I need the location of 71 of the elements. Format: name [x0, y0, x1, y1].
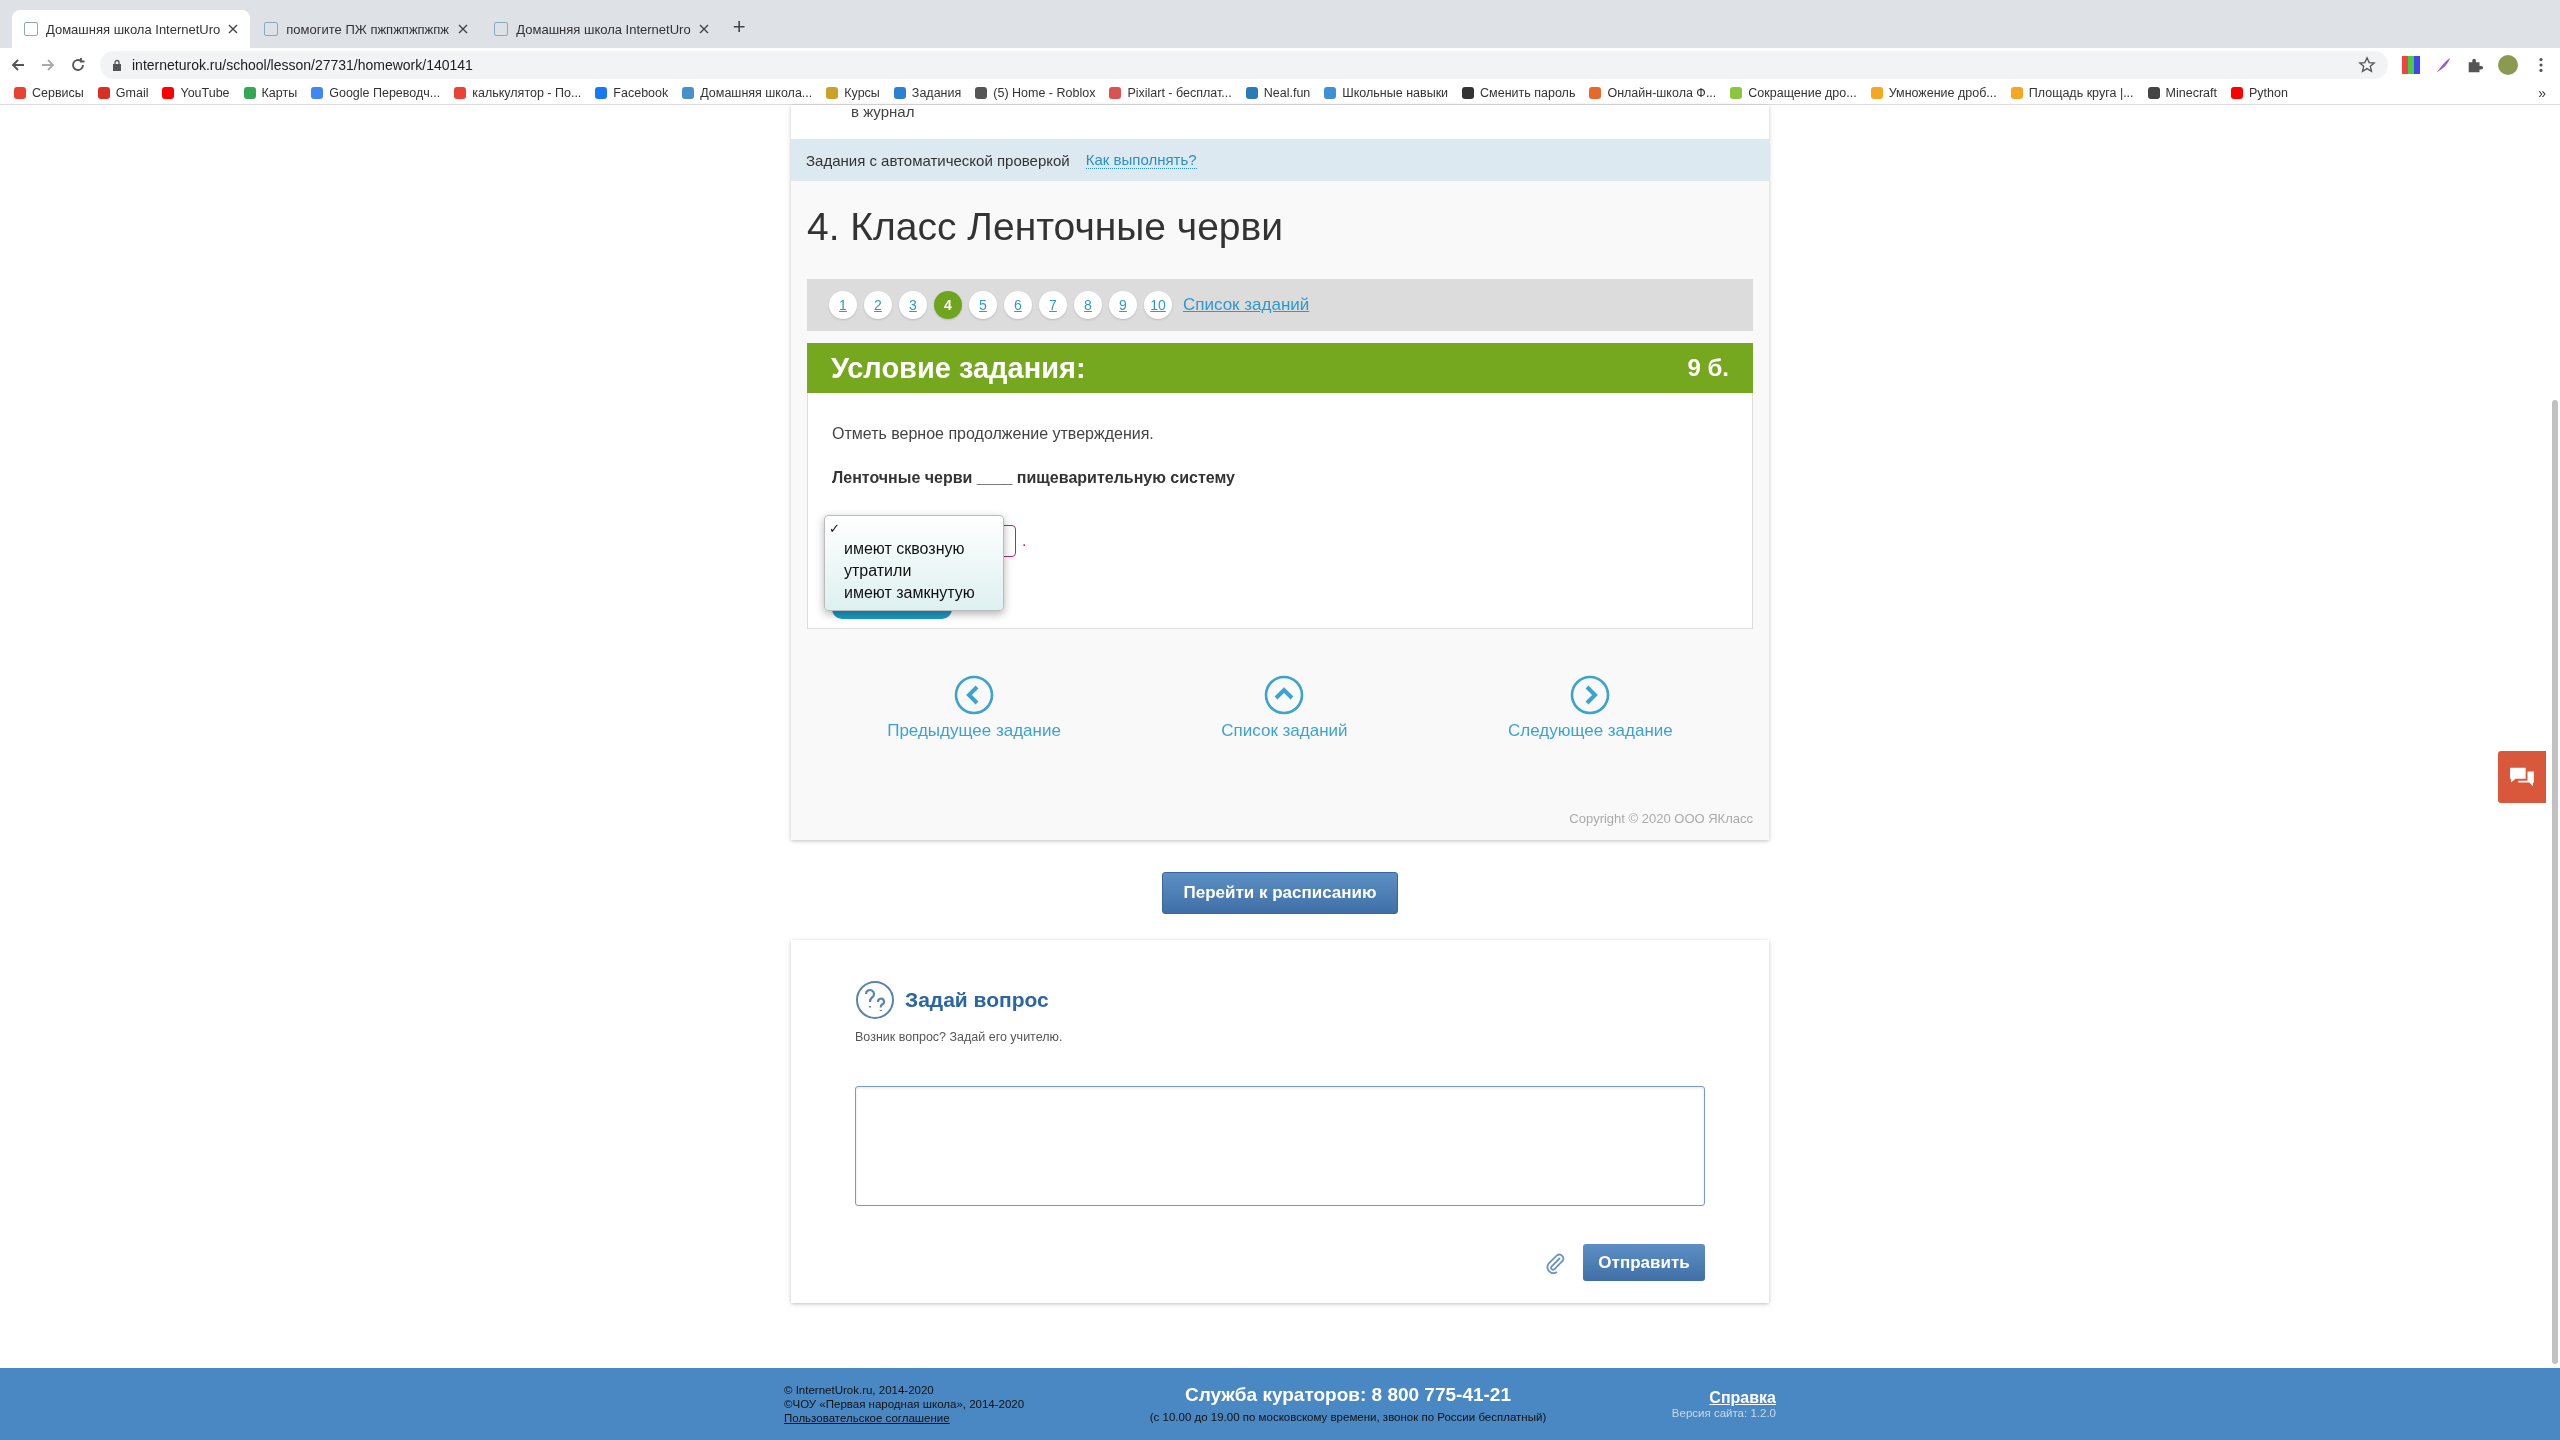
ask-subtitle: Возник вопрос? Задай его учителю. [855, 1030, 1064, 1044]
points-label: 9 б. [1687, 354, 1729, 382]
bookmark[interactable]: Gmail [97, 86, 149, 100]
right-chevron-icon [1570, 675, 1611, 715]
puzzle-icon[interactable] [2466, 56, 2484, 74]
bookmark[interactable]: калькулятор - По... [454, 86, 582, 100]
lock-icon [112, 59, 122, 71]
left-chevron-icon [954, 675, 995, 715]
help-link[interactable]: Справка [1709, 1389, 1776, 1407]
dropdown-option[interactable]: утратили [825, 560, 1003, 582]
ask-title: Задай вопрос [905, 988, 1049, 1012]
statement-text: Ленточные черви ____ пищеварительную систему [832, 469, 1236, 487]
page-icon [494, 22, 509, 36]
browser-tab[interactable]: Домашняя школа InternetUro [12, 10, 251, 48]
chat-icon [2508, 766, 2536, 788]
footer-copyright: ©ЧОУ «Первая народная школа», 2014-2020 [784, 1397, 1025, 1411]
close-icon[interactable] [458, 24, 469, 34]
auto-check-label: Задания с автоматической проверкой [806, 151, 1070, 169]
bookmark[interactable]: Сокращение дро... [1730, 86, 1857, 100]
agreement-link[interactable]: Пользовательское соглашение [784, 1411, 1025, 1425]
address-field[interactable]: interneturok.ru/school/lesson/27731/homework/140141 [100, 51, 2388, 79]
period-text: . [1022, 532, 1027, 550]
back-icon[interactable] [10, 57, 26, 73]
bookmark[interactable]: Python [2230, 86, 2288, 100]
bookmark[interactable]: Домашняя школа... [682, 86, 813, 100]
more-bookmarks-button[interactable]: » [2538, 85, 2546, 101]
bookmark[interactable]: Neal.fun [1245, 86, 1311, 100]
task-title: 4. Класс Ленточные черви [807, 205, 1285, 249]
support-phone: Служба кураторов: 8 800 775-41-21 [1185, 1384, 1511, 1406]
page-icon [24, 22, 38, 36]
reload-icon[interactable] [70, 57, 86, 73]
task-header-title: Условие задания: [831, 351, 1086, 385]
dropdown-option[interactable]: имеют замкнутую [825, 582, 1003, 604]
bookmark[interactable]: Facebook [595, 86, 669, 100]
support-hours: (с 10.00 до 19.00 по московскому времени, звонок по России бесплатный) [1149, 1410, 1547, 1424]
feather-icon[interactable] [2434, 56, 2452, 74]
new-tab-button[interactable]: + [732, 14, 746, 40]
bookmark[interactable]: Задания [893, 86, 962, 100]
page-icon [264, 22, 279, 36]
chat-button[interactable] [2498, 751, 2546, 803]
dropdown-option[interactable]: имеют сквозную [825, 538, 1003, 560]
bookmark[interactable]: Сервисы [14, 86, 84, 100]
bookmark[interactable]: Площадь круга |... [2010, 86, 2134, 100]
instruction-text: Отметь верное продолжение утверждения. [832, 425, 1155, 443]
question-input-field[interactable] [855, 1086, 1705, 1206]
send-button[interactable]: Отправить [1583, 1244, 1705, 1281]
star-icon[interactable] [2358, 56, 2376, 74]
check-mark: ✓ [829, 521, 840, 536]
site-version: Версия сайта: 1.2.0 [1671, 1407, 1776, 1419]
bookmark[interactable]: Сменить пароль [1462, 86, 1576, 100]
bookmark[interactable]: Онлайн-школа Ф... [1589, 86, 1717, 100]
schedule-button[interactable]: Перейти к расписанию [1162, 872, 1398, 914]
bookmark[interactable]: Умножение дроб... [1870, 86, 1997, 100]
close-icon[interactable] [228, 24, 239, 34]
bookmark[interactable]: Карты [243, 86, 298, 100]
close-icon[interactable] [698, 24, 709, 34]
dropdown-option[interactable]: ✓ [825, 520, 1003, 538]
profile-avatar[interactable] [2498, 55, 2518, 75]
journal-note: в журнал [791, 105, 1769, 139]
bookmark[interactable]: Minecraft [2147, 86, 2217, 100]
bookmark[interactable]: YouTube [162, 86, 230, 100]
bookmark[interactable]: Pixilart - бесплат... [1109, 86, 1232, 100]
up-chevron-icon [1264, 675, 1305, 715]
bookmark[interactable]: (5) Home - Roblox [975, 86, 1096, 100]
copyright-text: Copyright © 2020 ООО ЯКласс [1568, 811, 1753, 828]
question-icon [855, 980, 895, 1020]
bookmark[interactable]: Курсы [826, 86, 880, 100]
extension-icon[interactable] [2402, 56, 2420, 74]
footer-copyright: © InternetUrok.ru, 2014-2020 [784, 1383, 935, 1397]
bookmark[interactable]: Школьные навыки [1324, 86, 1449, 100]
bookmark[interactable]: Google Переводч... [311, 86, 441, 100]
